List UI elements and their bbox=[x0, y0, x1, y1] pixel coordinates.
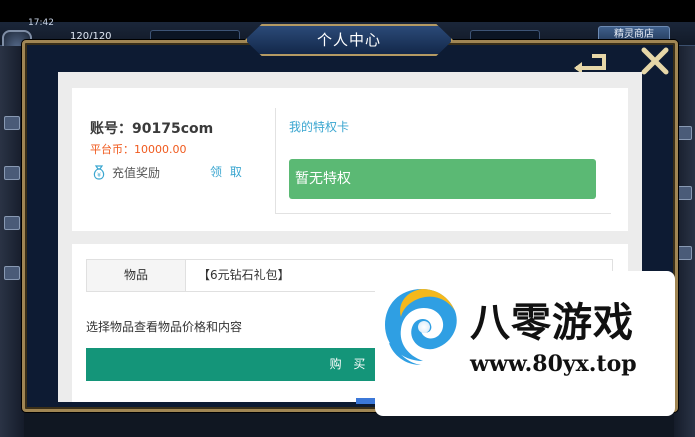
privilege-card-title[interactable]: 我的特权卡 bbox=[289, 118, 349, 135]
privilege-status-bar: 暂无特权 bbox=[289, 159, 596, 199]
item-select-value[interactable]: 【6元钻石礼包】 bbox=[198, 259, 290, 292]
side-icon[interactable] bbox=[676, 246, 692, 260]
claim-link[interactable]: 领 取 bbox=[210, 163, 244, 180]
svg-text:¥: ¥ bbox=[97, 172, 101, 179]
dialog-title: 个人中心 bbox=[316, 31, 381, 49]
status-time: 17:42 bbox=[28, 18, 54, 28]
close-icon bbox=[641, 47, 669, 75]
side-icon[interactable] bbox=[676, 186, 692, 200]
recharge-reward-row: ¥ 充值奖励 bbox=[92, 163, 160, 181]
side-icon[interactable] bbox=[4, 166, 20, 180]
side-icon[interactable] bbox=[4, 216, 20, 230]
watermark-title: 八零游戏 bbox=[470, 300, 634, 346]
account-id: 账号：90175com bbox=[90, 121, 214, 137]
platform-balance: 平台币：10000.00 bbox=[90, 143, 187, 156]
money-bag-icon: ¥ bbox=[93, 165, 105, 180]
side-icon[interactable] bbox=[4, 266, 20, 280]
left-side-bar bbox=[0, 46, 24, 437]
side-icon[interactable] bbox=[4, 116, 20, 130]
close-button[interactable] bbox=[638, 44, 672, 78]
side-icon[interactable] bbox=[676, 126, 692, 140]
watermark-url: www.80yx.top bbox=[470, 351, 637, 377]
recharge-reward-label: 充值奖励 bbox=[112, 165, 161, 180]
status-bar bbox=[0, 0, 695, 22]
item-hint-text: 选择物品查看物品价格和内容 bbox=[86, 320, 243, 334]
item-label: 物品 bbox=[86, 259, 186, 292]
watermark-logo-icon bbox=[385, 289, 457, 365]
